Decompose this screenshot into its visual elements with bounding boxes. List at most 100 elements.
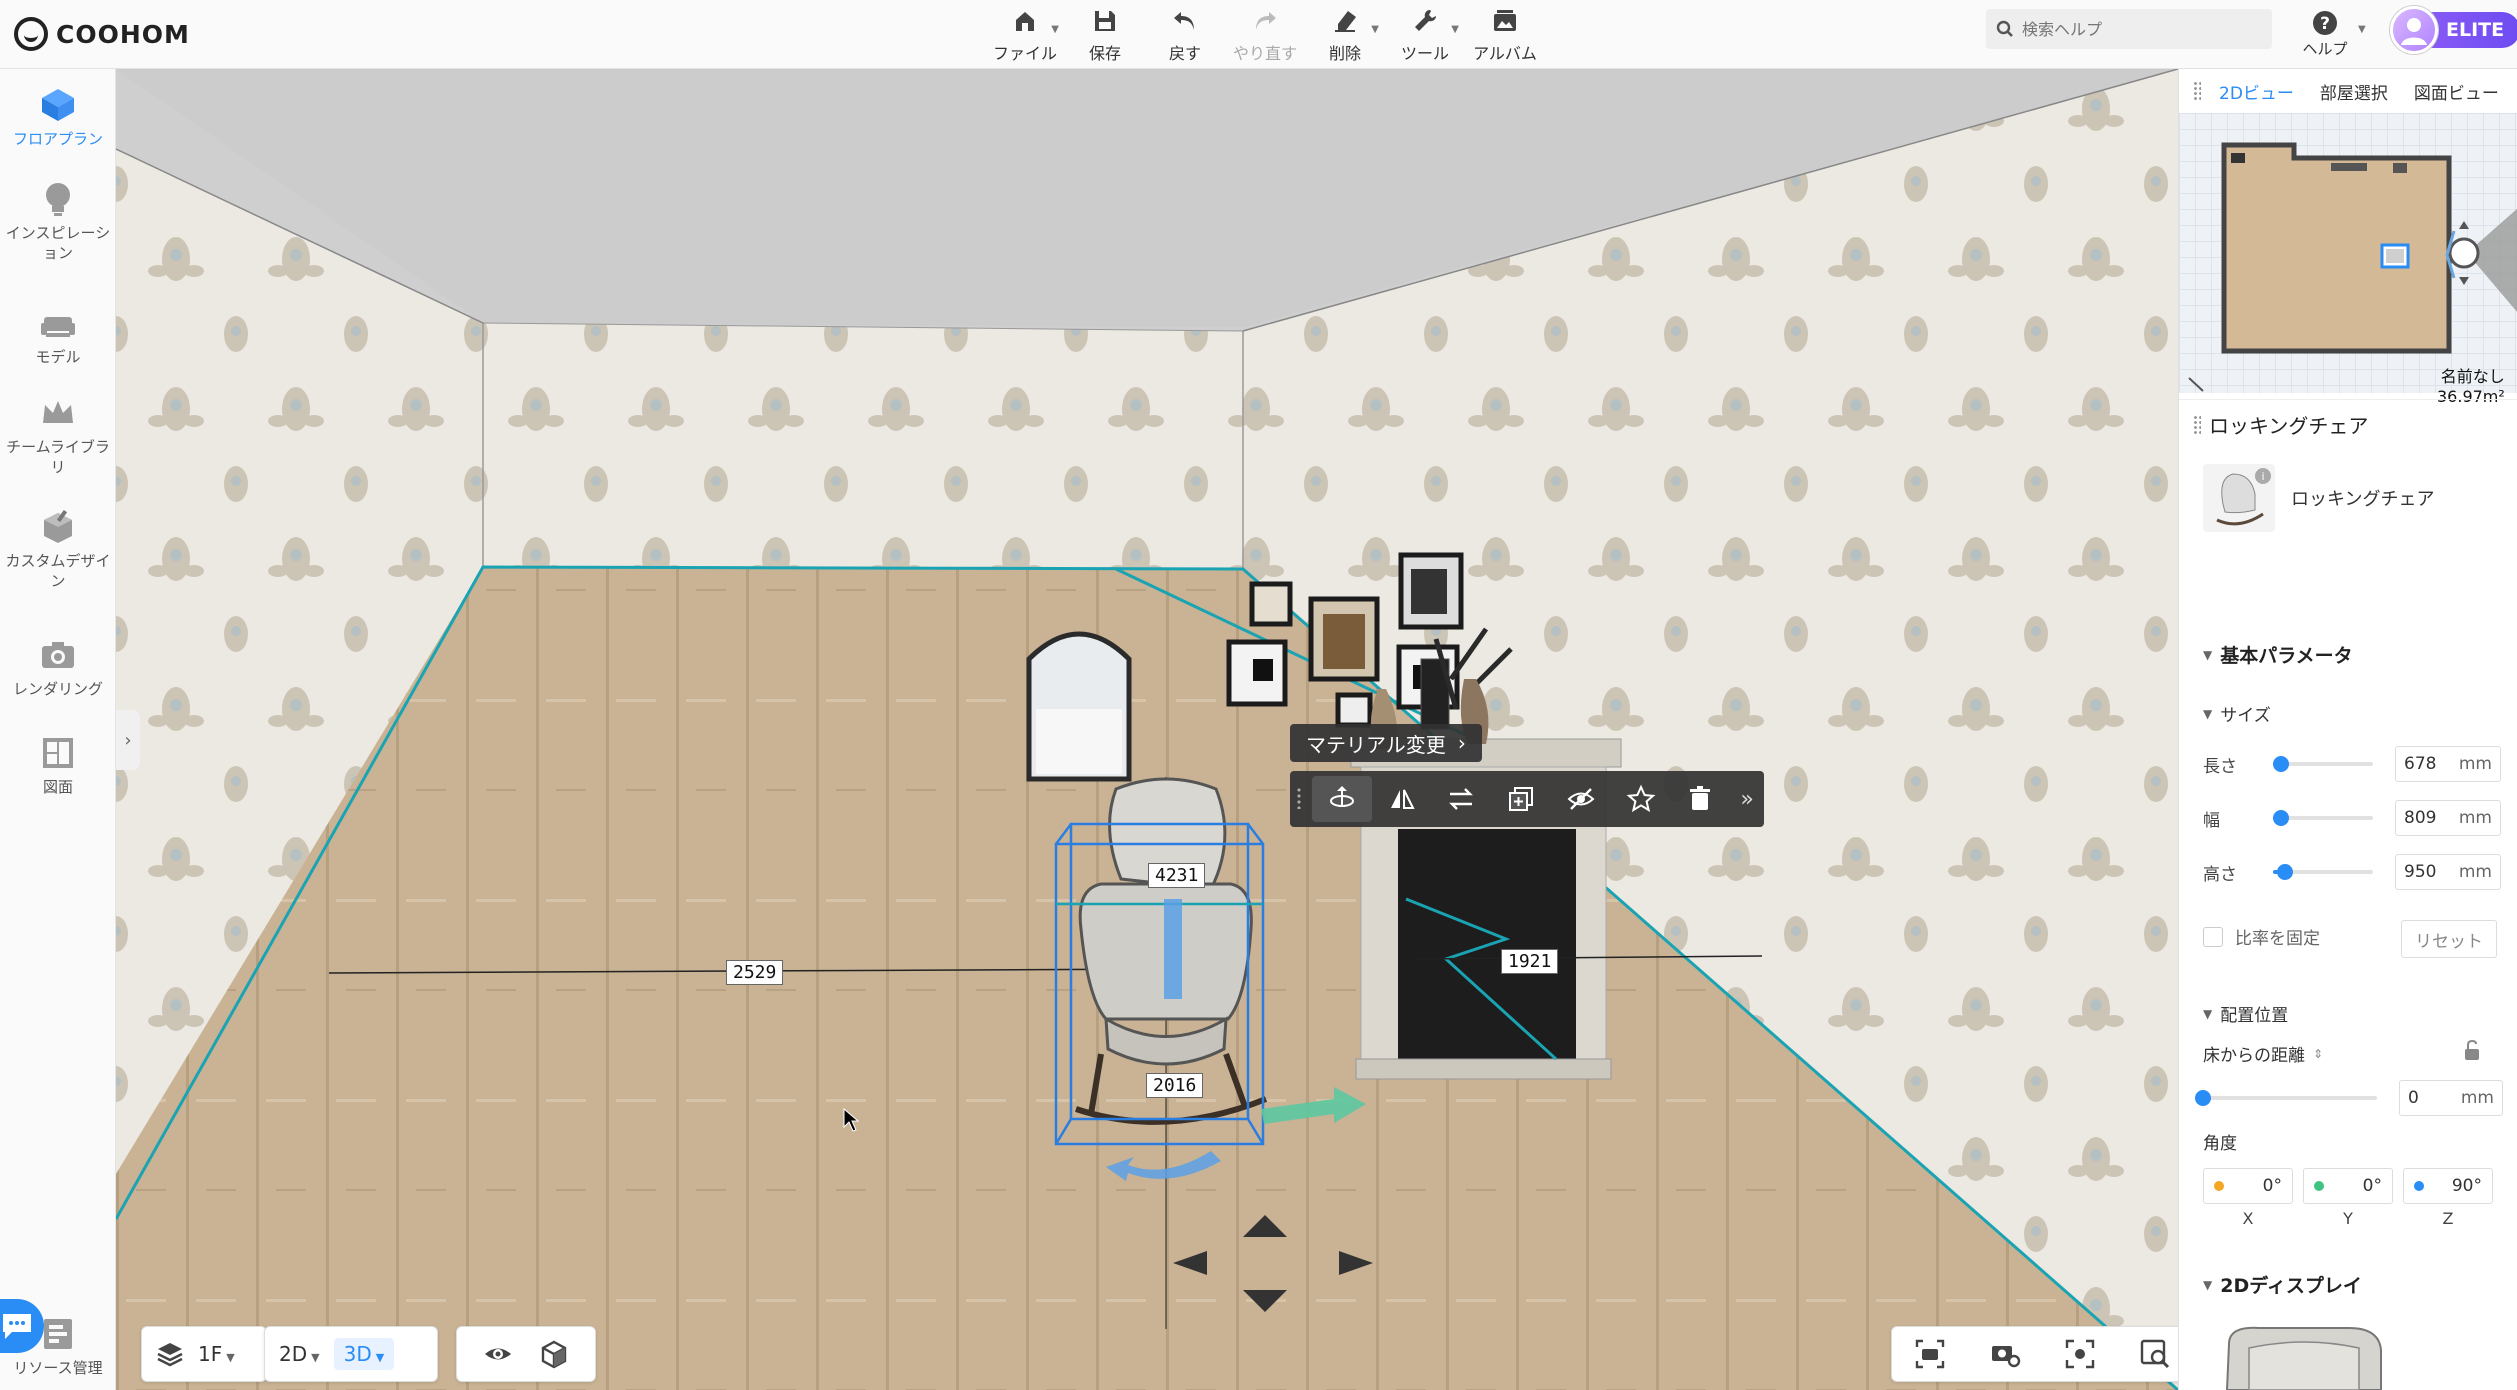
2d-display-preview[interactable] [2219, 1324, 2389, 1390]
height-slider[interactable] [2273, 864, 2373, 880]
drag-grip-icon[interactable] [2193, 81, 2201, 101]
sort-arrows-icon[interactable]: ⇕ [2313, 1047, 2323, 1061]
more-tools-button[interactable]: » [1730, 776, 1764, 822]
minimap[interactable]: 名前なし 36.97m² [2179, 113, 2517, 406]
2d-display-header[interactable]: ▼ 2Dディスプレイ [2203, 1271, 2362, 1298]
z-axis-dot-icon [2414, 1181, 2424, 1191]
album-label: アルバム [1473, 43, 1537, 63]
height-input[interactable]: 950 mm [2395, 854, 2501, 890]
file-menu-button[interactable]: ファイル ▼ [985, 0, 1065, 69]
sidebar-item-inspiration[interactable]: インスピレーション [0, 179, 116, 263]
height-value: 950 [2404, 862, 2437, 882]
sidebar-item-label: カスタムデザイン [5, 552, 111, 590]
basic-params-header[interactable]: ▼ 基本パラメータ [2203, 641, 2353, 668]
length-input[interactable]: 678 mm [2395, 746, 2501, 782]
width-unit: mm [2458, 808, 2492, 828]
tools-menu-button[interactable]: ツール ▼ [1385, 0, 1465, 69]
lock-open-icon[interactable] [2462, 1039, 2482, 1061]
tab-2d-view[interactable]: 2Dビュー [2219, 79, 2294, 104]
length-value: 678 [2404, 754, 2437, 774]
camera-preset-icon[interactable] [1913, 1337, 1947, 1371]
replace-button[interactable] [1431, 776, 1491, 822]
undo-icon [1174, 11, 1194, 30]
drawing-grid-icon [43, 738, 73, 768]
sidebar-item-rendering[interactable]: レンダリング [0, 635, 116, 699]
product-thumbnail: i [2203, 464, 2275, 532]
focus-icon[interactable] [2063, 1337, 2097, 1371]
mirror-button[interactable] [1372, 776, 1432, 822]
axis-x-label: X [2242, 1209, 2254, 1228]
floor-distance-slider[interactable] [2195, 1090, 2377, 1106]
floor-distance-label: 床からの距離 [2203, 1046, 2305, 1066]
lock-ratio-checkbox[interactable] [2203, 926, 2223, 947]
user-menu[interactable]: ELITE [2390, 6, 2517, 54]
slider-knob[interactable] [2273, 756, 2289, 772]
redo-button[interactable]: やり直す [1225, 0, 1305, 69]
coohom-logo[interactable]: COOHOM [14, 12, 190, 56]
collapse-sidebar-handle[interactable]: › [116, 710, 140, 770]
placement-section-header[interactable]: ▼ 配置位置 [2203, 1001, 2288, 1026]
axis-y-label: Y [2343, 1209, 2353, 1228]
view-2d-toggle[interactable]: 2D ▼ [279, 1342, 320, 1366]
floor-selector[interactable]: 1F ▼ [141, 1326, 267, 1382]
dimension-top: 4231 [1148, 863, 1206, 888]
width-input[interactable]: 809 mm [2395, 800, 2501, 836]
search-input[interactable] [2022, 19, 2242, 39]
double-chevron-right-icon: » [1740, 786, 1754, 812]
mirror-icon [1390, 789, 1415, 809]
view-3d-toggle[interactable]: 3D ▼ [333, 1338, 395, 1370]
drag-grip-icon[interactable] [1296, 787, 1302, 809]
chevron-right-icon: › [124, 729, 132, 751]
3d-viewport[interactable]: 2529 4231 1921 2016 マテリアル変更 › » 1F ▼ 2D … [116, 69, 2178, 1390]
material-change-button[interactable]: マテリアル変更 › [1290, 724, 1482, 762]
delete-object-button[interactable] [1670, 776, 1730, 822]
sidebar-item-floorplan[interactable]: フロアプラン [0, 85, 116, 149]
slider-knob[interactable] [2195, 1090, 2211, 1106]
save-icon [1095, 10, 1115, 31]
sidebar-item-team-library[interactable]: チームライブラリ [0, 393, 116, 477]
brand-name: COOHOM [56, 19, 190, 49]
angle-z-input[interactable]: 90° [2403, 1168, 2493, 1204]
top-toolbar: COOHOM ファイル ▼ 保存 戻す やり直す 削除 ▼ ツール ▼ アルバム… [0, 0, 2517, 69]
tab-room-select[interactable]: 部屋選択 [2320, 79, 2388, 104]
tab-drawing-view[interactable]: 図面ビュー [2414, 79, 2499, 104]
sidebar-item-drawing[interactable]: 図面 [0, 733, 116, 797]
help-button[interactable]: ? ヘルプ [2295, 4, 2355, 64]
reset-button[interactable]: リセット [2401, 920, 2497, 958]
camera-settings-icon[interactable] [1988, 1337, 2022, 1371]
sidebar-item-custom-design[interactable]: カスタムデザイン [0, 507, 116, 591]
sidebar-item-model[interactable]: モデル [0, 303, 116, 367]
room-scene [116, 69, 2178, 1390]
floor-distance-input[interactable]: 0 mm [2398, 1080, 2503, 1116]
sidebar-item-resource-manager[interactable]: リソース管理 [0, 1314, 116, 1378]
album-button[interactable]: アルバム [1465, 0, 1545, 69]
cube-view-icon[interactable] [539, 1339, 569, 1369]
zoom-fit-icon[interactable] [2138, 1337, 2172, 1371]
product-card[interactable]: i ロッキングチェア [2203, 464, 2434, 532]
length-unit: mm [2458, 754, 2492, 774]
angle-y-input[interactable]: 0° [2303, 1168, 2393, 1204]
delete-label: 削除 [1328, 43, 1361, 63]
size-section-label: サイズ [2220, 706, 2271, 726]
save-button[interactable]: 保存 [1065, 0, 1145, 69]
hide-button[interactable] [1551, 776, 1611, 822]
length-slider[interactable] [2273, 756, 2373, 772]
drag-grip-icon[interactable] [2193, 415, 2201, 435]
favorite-button[interactable] [1611, 776, 1671, 822]
duplicate-button[interactable] [1491, 776, 1551, 822]
rotate-tool-button[interactable] [1312, 776, 1372, 822]
eye-off-icon [1567, 788, 1595, 810]
width-slider[interactable] [2273, 810, 2373, 826]
lock-ratio-toggle[interactable]: 比率を固定 [2203, 924, 2320, 949]
sidebar-item-label: フロアプラン [12, 130, 103, 148]
slider-knob[interactable] [2273, 810, 2289, 826]
delete-menu-button[interactable]: 削除 ▼ [1305, 0, 1385, 69]
eye-icon[interactable] [483, 1339, 513, 1369]
undo-button[interactable]: 戻す [1145, 0, 1225, 69]
slider-knob[interactable] [2277, 864, 2293, 880]
help-search[interactable] [1986, 9, 2272, 49]
avatar[interactable] [2390, 6, 2438, 54]
angle-x-input[interactable]: 0° [2203, 1168, 2293, 1204]
size-section-header[interactable]: ▼ サイズ [2203, 701, 2271, 726]
angle-label: 角度 [2203, 1134, 2237, 1154]
